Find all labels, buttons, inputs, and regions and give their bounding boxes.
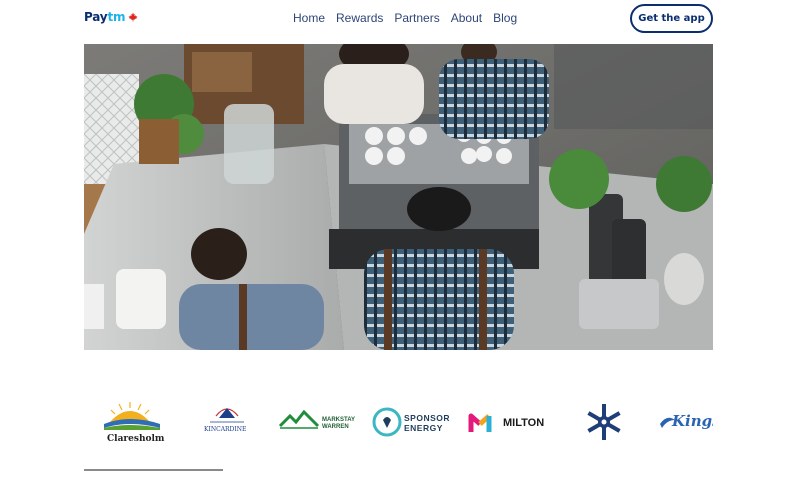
nav-rewards[interactable]: Rewards xyxy=(336,11,383,25)
partner-label: SPONSOR ENERGY xyxy=(404,413,451,433)
milton-logo-icon xyxy=(468,413,492,432)
main-nav: Home Rewards Partners About Blog xyxy=(293,11,517,25)
partner-label: MILTON xyxy=(503,417,545,429)
partner-label: Kings xyxy=(672,412,713,430)
site-header: Paytm Home Rewards Partners About Blog G… xyxy=(0,0,800,40)
partner-milton[interactable]: MILTON xyxy=(468,398,548,448)
snowflake-icon xyxy=(587,404,621,440)
section-divider xyxy=(84,469,223,471)
get-the-app-button[interactable]: Get the app xyxy=(630,4,713,33)
partner-markstay-warren[interactable]: MARKSTAY WARREN xyxy=(278,398,370,448)
nav-partners[interactable]: Partners xyxy=(394,11,439,25)
nav-blog[interactable]: Blog xyxy=(493,11,517,25)
partner-snowflake[interactable] xyxy=(582,398,626,448)
logo-wordmark: Paytm xyxy=(84,10,126,24)
nav-about[interactable]: About xyxy=(451,11,482,25)
coffee-shop-photo xyxy=(84,44,713,350)
hero-image xyxy=(84,44,713,350)
nav-home[interactable]: Home xyxy=(293,11,325,25)
partner-sponsor-energy[interactable]: SPONSOR ENERGY xyxy=(372,398,458,448)
partner-label: Claresholm xyxy=(107,434,165,444)
paytm-logo[interactable]: Paytm xyxy=(84,10,138,24)
partner-logos: Claresholm KINCARDINE MARKSTAY WARREN SP… xyxy=(84,398,713,448)
sponsor-energy-logo-icon xyxy=(372,407,402,437)
partner-label: KINCARDINE xyxy=(204,426,247,433)
markstay-warren-logo-icon xyxy=(278,409,320,429)
partner-kincardine[interactable]: KINCARDINE xyxy=(202,398,252,448)
partner-claresholm[interactable]: Claresholm xyxy=(100,398,165,448)
maple-leaf-icon xyxy=(128,12,138,22)
partner-kings[interactable]: Kings xyxy=(658,398,713,448)
partner-label: MARKSTAY WARREN xyxy=(322,417,355,430)
